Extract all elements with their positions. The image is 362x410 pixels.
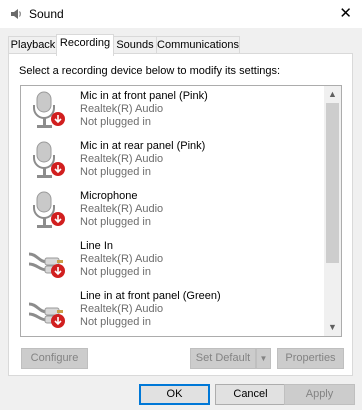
title-bar: Sound ✕	[0, 0, 362, 28]
properties-button[interactable]: Properties	[277, 348, 344, 369]
scroll-down-arrow-icon[interactable]: ▼	[324, 319, 341, 336]
device-driver: Realtek(R) Audio	[80, 303, 164, 315]
device-driver: Realtek(R) Audio	[80, 103, 164, 115]
chevron-down-icon: ▼	[259, 354, 268, 363]
instruction-text: Select a recording device below to modif…	[19, 65, 281, 77]
ok-button[interactable]: OK	[139, 384, 210, 405]
window-title: Sound	[29, 7, 64, 21]
device-driver: Realtek(R) Audio	[80, 203, 164, 215]
device-status: Not plugged in	[80, 266, 151, 278]
microphone-icon	[33, 191, 65, 228]
configure-button[interactable]: Configure	[21, 348, 88, 369]
apply-button[interactable]: Apply	[284, 384, 355, 405]
cancel-button[interactable]: Cancel	[215, 384, 286, 405]
tab-recording[interactable]: Recording	[56, 34, 114, 56]
list-item[interactable]: Microphone Realtek(R) Audio Not plugged …	[21, 186, 323, 234]
device-status: Not plugged in	[80, 316, 151, 328]
device-status: Not plugged in	[80, 216, 151, 228]
device-status: Not plugged in	[80, 116, 151, 128]
device-name: Microphone	[80, 190, 138, 202]
device-driver: Realtek(R) Audio	[80, 253, 164, 265]
scroll-thumb[interactable]	[326, 103, 339, 263]
device-driver: Realtek(R) Audio	[80, 153, 164, 165]
speaker-icon	[11, 9, 21, 19]
device-name: Line In	[80, 240, 114, 252]
set-default-button[interactable]: Set Default	[190, 348, 256, 369]
list-item[interactable]: Mic in at rear panel (Pink) Realtek(R) A…	[21, 136, 323, 184]
device-name: Line in at front panel (Green)	[80, 290, 221, 302]
microphone-icon	[33, 141, 65, 178]
device-name: Mic in at rear panel (Pink)	[80, 140, 206, 152]
recording-panel: Select a recording device below to modif…	[8, 53, 353, 376]
device-status: Not plugged in	[80, 166, 151, 178]
scroll-up-arrow-icon[interactable]: ▲	[324, 86, 341, 103]
set-default-dropdown-button[interactable]: ▼	[256, 348, 271, 369]
line-in-cable-icon	[28, 302, 65, 328]
device-name: Mic in at front panel (Pink)	[80, 90, 208, 102]
list-item[interactable]: Mic in at front panel (Pink) Realtek(R) …	[21, 86, 323, 134]
close-button[interactable]: ✕	[339, 4, 352, 22]
microphone-icon	[33, 91, 65, 128]
vertical-scrollbar[interactable]: ▲ ▼	[324, 86, 341, 336]
list-item[interactable]: Line in at front panel (Green) Realtek(R…	[21, 286, 323, 334]
line-in-cable-icon	[28, 252, 65, 278]
device-list[interactable]: Mic in at front panel (Pink) Realtek(R) …	[20, 85, 342, 337]
list-item[interactable]: Line In Realtek(R) Audio Not plugged in	[21, 236, 323, 284]
